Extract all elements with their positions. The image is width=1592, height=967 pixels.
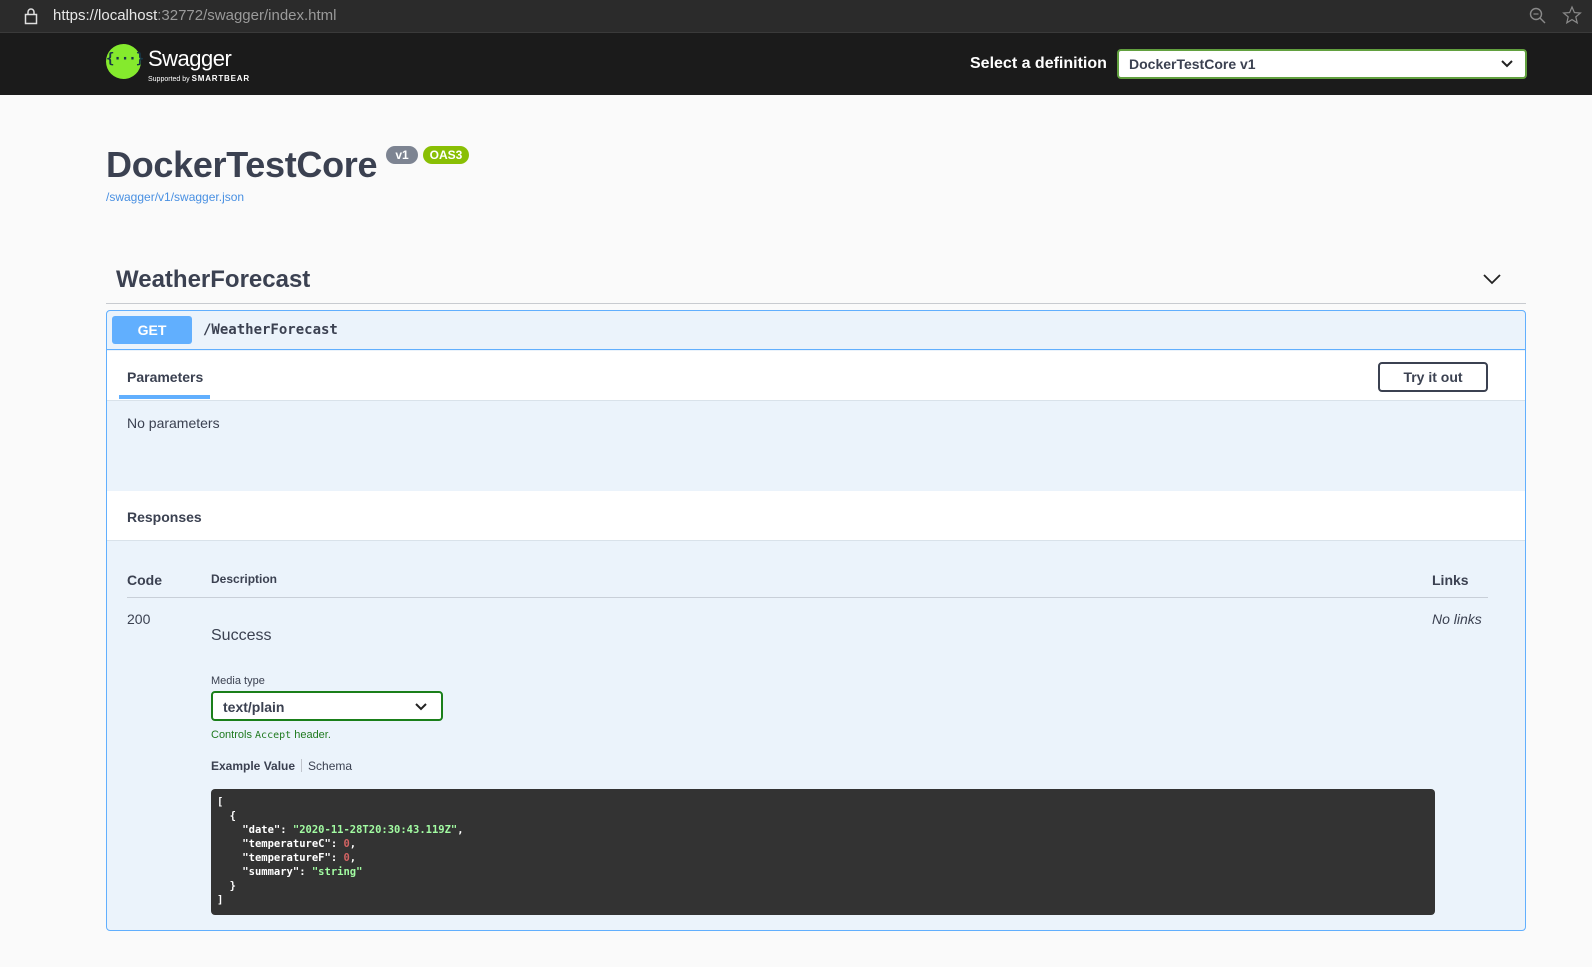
collapse-chevron-icon[interactable] bbox=[1482, 272, 1502, 286]
definition-label: Select a definition bbox=[970, 55, 1107, 72]
tag-title[interactable]: WeatherForecast bbox=[116, 266, 310, 294]
url-path: :32772/swagger/index.html bbox=[157, 7, 337, 24]
swagger-logo-icon: {···} bbox=[106, 44, 144, 79]
chevron-down-icon bbox=[1501, 60, 1513, 68]
tag-divider bbox=[106, 303, 1526, 304]
url-host: localhost bbox=[98, 7, 158, 24]
responses-header: Responses bbox=[107, 491, 1525, 541]
swagger-topbar: {···} Swagger Supported by SMARTBEAR Sel… bbox=[0, 33, 1592, 95]
tab-schema[interactable]: Schema bbox=[308, 759, 352, 773]
chevron-down-icon bbox=[415, 703, 427, 711]
column-header-description: Description bbox=[211, 572, 278, 586]
try-it-out-button[interactable]: Try it out bbox=[1378, 362, 1488, 392]
definition-select[interactable]: DockerTestCore v1 bbox=[1117, 49, 1527, 79]
url-scheme: https:// bbox=[53, 7, 99, 24]
controls-accept-note: Controls Accept header. bbox=[211, 729, 331, 741]
zoom-icon[interactable] bbox=[1528, 6, 1548, 26]
swagger-logo[interactable]: {···} Swagger Supported by SMARTBEAR bbox=[106, 44, 256, 86]
http-method-badge: GET bbox=[112, 316, 192, 344]
media-type-label: Media type bbox=[211, 675, 265, 687]
column-header-links: Links bbox=[1432, 572, 1469, 588]
definition-select-value: DockerTestCore v1 bbox=[1129, 56, 1256, 72]
media-type-select[interactable]: text/plain bbox=[211, 691, 443, 721]
swagger-logo-tagline: Supported by SMARTBEAR bbox=[148, 74, 250, 83]
example-code-block[interactable]: [ { "date": "2020-11-28T20:30:43.119Z", … bbox=[211, 789, 1435, 915]
operation-block: GET /WeatherForecast Parameters Try it o… bbox=[106, 310, 1526, 931]
parameters-header: Parameters Try it out bbox=[107, 351, 1525, 401]
tab-parameters[interactable]: Parameters bbox=[127, 369, 203, 385]
browser-address-bar: https://localhost:32772/swagger/index.ht… bbox=[0, 0, 1592, 33]
table-divider bbox=[127, 597, 1488, 598]
example-tabs: Example Value Schema bbox=[211, 759, 352, 773]
no-parameters-text: No parameters bbox=[127, 415, 220, 431]
response-code: 200 bbox=[127, 611, 151, 627]
response-description: Success bbox=[211, 627, 272, 644]
lock-icon bbox=[24, 8, 38, 25]
tab-example-value[interactable]: Example Value bbox=[211, 759, 295, 773]
media-type-value: text/plain bbox=[223, 699, 285, 715]
swagger-logo-name: Swagger bbox=[148, 46, 232, 71]
version-badge: v1 bbox=[386, 146, 418, 164]
api-title: DockerTestCore bbox=[106, 144, 378, 185]
oas-badge: OAS3 bbox=[423, 146, 469, 164]
column-header-code: Code bbox=[127, 572, 162, 588]
tab-separator bbox=[301, 759, 303, 772]
spec-json-link[interactable]: /swagger/v1/swagger.json bbox=[106, 190, 244, 204]
example-json: [ { "date": "2020-11-28T20:30:43.119Z", … bbox=[217, 796, 464, 906]
response-links: No links bbox=[1432, 611, 1482, 627]
url-field[interactable]: https://localhost:32772/swagger/index.ht… bbox=[53, 7, 337, 24]
tab-active-indicator bbox=[119, 395, 210, 399]
favorite-star-icon[interactable] bbox=[1562, 5, 1582, 25]
operation-summary[interactable]: GET /WeatherForecast bbox=[107, 311, 1525, 350]
operation-path: /WeatherForecast bbox=[203, 322, 338, 338]
responses-title: Responses bbox=[127, 509, 202, 525]
